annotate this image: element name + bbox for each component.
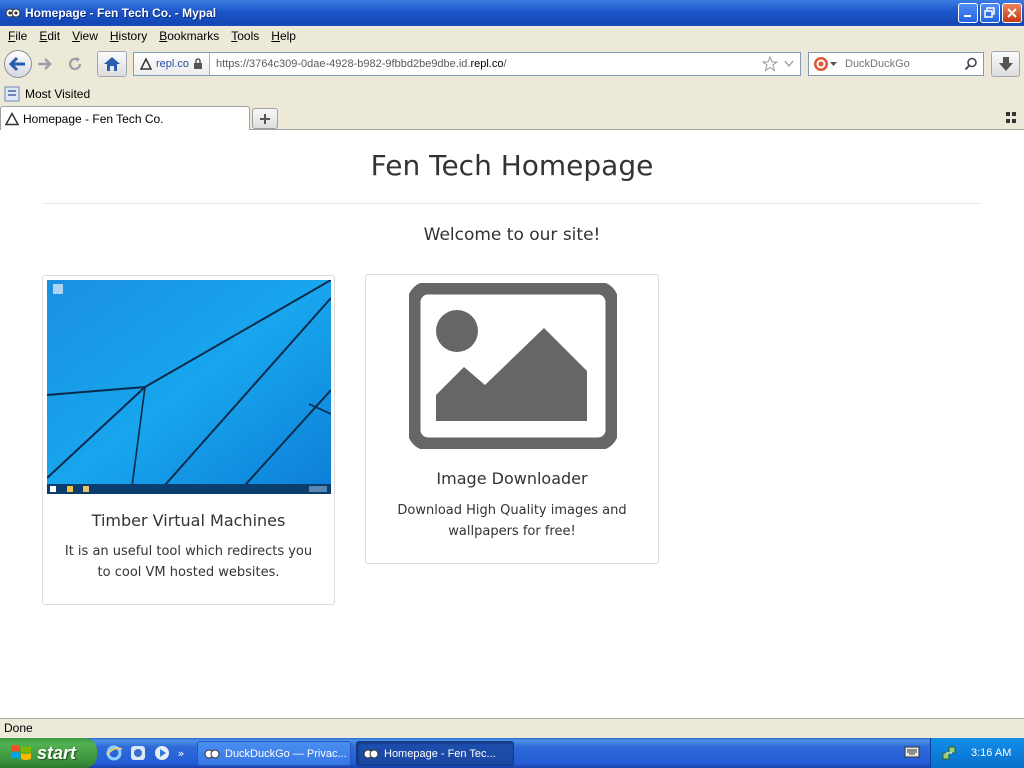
site-favicon-icon — [140, 58, 152, 70]
tab-strip: Homepage - Fen Tech Co. — [0, 106, 1024, 130]
welcome-text: Welcome to our site! — [423, 225, 601, 245]
downloads-button[interactable] — [991, 51, 1020, 77]
card-title: Timber Virtual Machines — [91, 511, 286, 530]
forward-button[interactable] — [33, 55, 55, 73]
tab-label: Homepage - Fen Tech Co. — [23, 111, 164, 126]
page-title: Fen Tech Homepage — [370, 149, 654, 182]
url-text[interactable]: https://3764c309-0dae-4928-b982-9fbbd2be… — [210, 58, 762, 70]
taskbar-item-homepage[interactable]: Homepage - Fen Tec... — [356, 741, 514, 766]
card-description: Download High Quality images and wallpap… — [397, 503, 627, 539]
url-suffix: / — [503, 58, 507, 70]
url-host: repl.co — [470, 58, 504, 70]
restore-button[interactable] — [980, 3, 1000, 23]
navigation-toolbar: repl.co https://3764c309-0dae-4928-b982-… — [0, 46, 1024, 82]
duckduckgo-icon — [814, 57, 828, 71]
site-identity-button[interactable]: repl.co — [134, 53, 211, 75]
lock-icon — [194, 58, 203, 69]
mypal-task-icon — [363, 749, 379, 758]
home-icon — [104, 57, 120, 71]
reload-button[interactable] — [62, 53, 88, 75]
most-visited-bookmark[interactable]: Most Visited — [25, 87, 90, 101]
search-bar[interactable] — [808, 52, 984, 76]
chevron-down-icon — [830, 61, 837, 66]
task-label: Homepage - Fen Tec... — [384, 747, 496, 760]
card-title: Image Downloader — [436, 469, 588, 488]
window-titlebar[interactable]: Homepage - Fen Tech Co. - Mypal — [0, 0, 1024, 26]
menu-file[interactable]: File — [2, 26, 33, 46]
card-timber-vm[interactable]: Timber Virtual Machines It is an useful … — [42, 275, 335, 605]
forward-arrow-icon — [38, 58, 52, 70]
start-button[interactable]: start — [0, 738, 97, 768]
plus-icon — [260, 113, 270, 124]
status-bar: Done — [0, 718, 1024, 738]
media-player-icon[interactable] — [128, 743, 148, 763]
close-button[interactable] — [1002, 3, 1022, 23]
page-content: Fen Tech Homepage Welcome to our site! T… — [0, 131, 1024, 718]
bookmark-star-icon[interactable] — [762, 56, 778, 72]
status-text: Done — [4, 721, 33, 735]
url-prefix: https://3764c309-0dae-4928-b982-9fbbd2be… — [216, 58, 471, 70]
card-description: It is an useful tool which redirects you… — [64, 544, 313, 580]
home-button[interactable] — [97, 51, 127, 77]
start-label: start — [37, 742, 77, 763]
menu-edit[interactable]: Edit — [33, 26, 66, 46]
minimize-button[interactable] — [958, 3, 978, 23]
clock[interactable]: 3:16 AM — [971, 747, 1011, 759]
menu-help[interactable]: Help — [265, 26, 302, 46]
tab-list-button[interactable] — [1006, 112, 1018, 124]
search-icon[interactable] — [964, 57, 978, 71]
url-dropdown-icon[interactable] — [784, 60, 794, 68]
close-icon — [1007, 8, 1017, 18]
system-tray: 3:16 AM — [930, 738, 1024, 768]
taskbar: start » DuckDuckGo — Privac... Homepage … — [0, 738, 1024, 768]
search-input[interactable] — [841, 54, 964, 74]
quick-launch-more-icon[interactable]: » — [176, 747, 186, 760]
back-arrow-icon — [9, 56, 25, 72]
keyboard-icon[interactable] — [904, 745, 920, 759]
menu-tools[interactable]: Tools — [225, 26, 265, 46]
tab-homepage[interactable]: Homepage - Fen Tech Co. — [0, 106, 250, 130]
mypal-task-icon — [204, 749, 220, 758]
mypal-app-icon — [5, 8, 21, 18]
most-visited-icon — [4, 86, 20, 102]
network-icon[interactable] — [941, 745, 957, 761]
menu-view[interactable]: View — [66, 26, 104, 46]
image-placeholder-icon — [409, 283, 617, 449]
tab-favicon-icon — [5, 111, 19, 125]
back-button[interactable] — [4, 50, 32, 78]
site-identity-label: repl.co — [156, 58, 190, 70]
menu-history[interactable]: History — [104, 26, 153, 46]
window-title: Homepage - Fen Tech Co. - Mypal — [25, 6, 217, 20]
card-image-downloader[interactable]: Image Downloader Download High Quality i… — [365, 274, 659, 564]
internet-explorer-icon[interactable] — [104, 743, 124, 763]
search-engine-selector[interactable] — [809, 56, 841, 72]
windows-media-icon[interactable] — [152, 743, 172, 763]
download-arrow-icon — [998, 57, 1013, 71]
restore-icon — [984, 7, 995, 18]
minimize-icon — [964, 15, 971, 17]
windows-logo-icon — [11, 745, 31, 760]
task-label: DuckDuckGo — Privac... — [225, 747, 347, 760]
new-tab-button[interactable] — [252, 108, 278, 129]
bookmarks-toolbar: Most Visited — [0, 82, 1024, 106]
windows-desktop-image — [47, 280, 331, 494]
heading-divider — [44, 203, 980, 204]
quick-launch: » — [104, 743, 186, 763]
menu-bar: File Edit View History Bookmarks Tools H… — [0, 26, 1024, 46]
reload-icon — [68, 57, 82, 71]
menu-bookmarks[interactable]: Bookmarks — [153, 26, 225, 46]
url-bar[interactable]: repl.co https://3764c309-0dae-4928-b982-… — [133, 52, 801, 76]
taskbar-item-duckduckgo[interactable]: DuckDuckGo — Privac... — [197, 741, 351, 766]
